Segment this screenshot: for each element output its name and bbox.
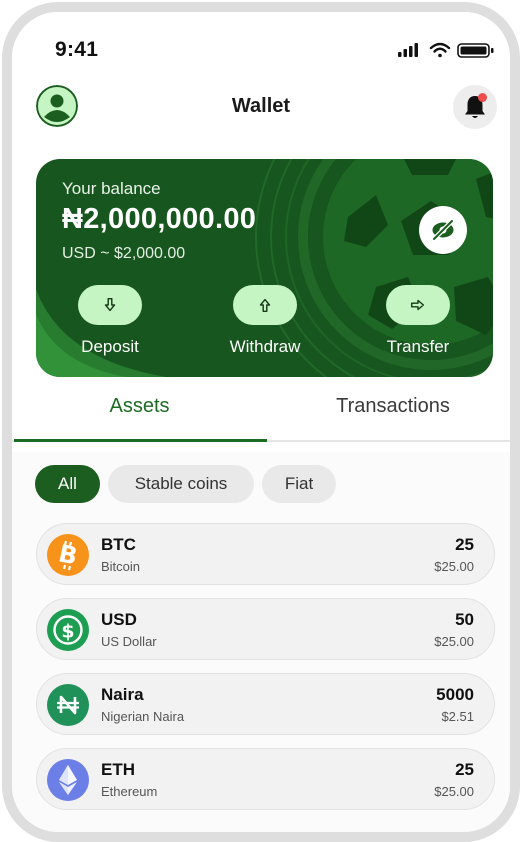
naira-icon bbox=[47, 684, 89, 726]
filter-chip-stable-coins[interactable]: Stable coins bbox=[108, 465, 254, 503]
asset-name: US Dollar bbox=[101, 634, 157, 649]
filter-chip-fiat[interactable]: Fiat bbox=[262, 465, 336, 503]
asset-row-naira[interactable]: Naira Nigerian Naira 5000 $2.51 bbox=[36, 673, 495, 735]
asset-value: $25.00 bbox=[434, 634, 474, 649]
asset-value: $25.00 bbox=[434, 784, 474, 799]
active-tab-indicator bbox=[14, 439, 267, 442]
withdraw-label: Withdraw bbox=[229, 337, 301, 356]
asset-symbol: BTC bbox=[101, 535, 136, 554]
notification-dot bbox=[478, 93, 487, 102]
balance-card: Your balance ₦2,000,000.00 USD ~ $2,000.… bbox=[36, 159, 493, 377]
svg-text:$: $ bbox=[61, 621, 74, 643]
transfer-label: Transfer bbox=[386, 337, 450, 356]
transfer-action[interactable]: Transfer bbox=[358, 285, 478, 357]
asset-symbol: Naira bbox=[101, 685, 144, 704]
filter-chip-all[interactable]: All bbox=[35, 465, 100, 503]
notifications-button[interactable] bbox=[453, 85, 497, 129]
asset-name: Nigerian Naira bbox=[101, 709, 185, 724]
wifi-icon bbox=[429, 42, 451, 58]
balance-label: Your balance bbox=[62, 179, 161, 198]
asset-amount: 25 bbox=[455, 760, 474, 779]
eye-slash-icon bbox=[431, 218, 455, 242]
asset-row-btc[interactable]: B BTC Bitcoin 25 $25.00 bbox=[36, 523, 495, 585]
asset-amount: 50 bbox=[455, 610, 474, 629]
balance-amount: ₦2,000,000.00 bbox=[62, 203, 257, 235]
deposit-action[interactable]: Deposit bbox=[50, 285, 170, 357]
arrow-down-icon bbox=[104, 297, 116, 312]
battery-icon bbox=[457, 43, 494, 58]
arrow-right-icon bbox=[410, 299, 425, 311]
phone-frame: 9:41 Wallet Your balance ₦2,000,000.00 U… bbox=[2, 2, 520, 842]
asset-amount: 25 bbox=[455, 535, 474, 554]
status-icons bbox=[398, 42, 494, 58]
hide-balance-button[interactable] bbox=[419, 206, 467, 254]
withdraw-button[interactable] bbox=[233, 285, 297, 325]
deposit-label: Deposit bbox=[81, 337, 139, 356]
deposit-button[interactable] bbox=[78, 285, 142, 325]
status-time: 9:41 bbox=[55, 38, 99, 61]
bell-icon bbox=[465, 93, 487, 118]
dollar-icon: $ bbox=[47, 609, 89, 651]
transfer-button[interactable] bbox=[386, 285, 450, 325]
asset-symbol: USD bbox=[101, 610, 137, 629]
signal-icon bbox=[398, 43, 418, 57]
page-title: Wallet bbox=[231, 95, 291, 117]
arrow-up-icon bbox=[259, 298, 271, 313]
asset-row-eth[interactable]: ETH Ethereum 25 $25.00 bbox=[36, 748, 495, 810]
asset-value: $25.00 bbox=[434, 559, 474, 574]
svg-text:B: B bbox=[56, 539, 80, 570]
withdraw-action[interactable]: Withdraw bbox=[205, 285, 325, 357]
bitcoin-icon: B bbox=[47, 534, 89, 576]
tab-assets[interactable]: Assets bbox=[12, 395, 267, 418]
asset-row-usd[interactable]: $ USD US Dollar 50 $25.00 bbox=[36, 598, 495, 660]
asset-amount: 5000 bbox=[436, 685, 474, 704]
asset-name: Ethereum bbox=[101, 784, 158, 799]
tab-transactions[interactable]: Transactions bbox=[267, 395, 510, 418]
app-screen: 9:41 Wallet Your balance ₦2,000,000.00 U… bbox=[12, 12, 510, 832]
balance-usd-equivalent: USD ~ $2,000.00 bbox=[62, 245, 186, 262]
asset-name: Bitcoin bbox=[101, 559, 141, 574]
asset-symbol: ETH bbox=[101, 760, 135, 779]
ethereum-icon bbox=[47, 759, 89, 801]
asset-value: $2.51 bbox=[441, 709, 474, 724]
